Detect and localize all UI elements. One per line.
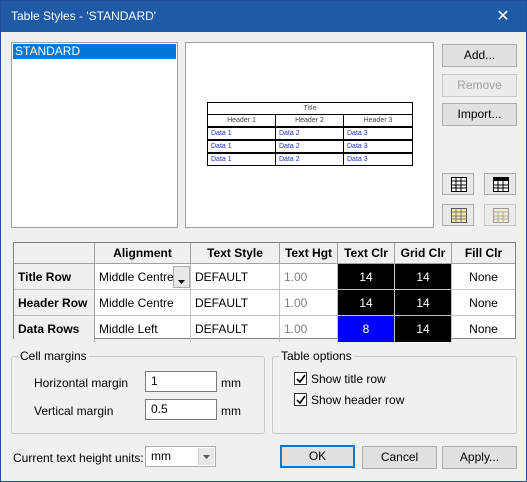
preview-cell: Data 1 [207, 127, 276, 140]
apply-button[interactable]: Apply... [442, 446, 517, 469]
alignment-value: Middle Centre [99, 270, 174, 284]
grid-header-text-style: Text Style [191, 243, 280, 264]
row-label-header-row: Header Row [14, 290, 95, 316]
grid-clr-swatch[interactable]: 14 [395, 290, 452, 316]
table-fill-button[interactable] [442, 204, 474, 226]
alignment-cell[interactable]: Middle Left [95, 316, 191, 342]
style-preview: Title Header 1 Header 2 Header 3 Data 1 … [185, 42, 434, 228]
show-title-row-checkbox[interactable] [294, 372, 307, 385]
alignment-dropdown-button[interactable] [173, 266, 190, 288]
grid-clr-swatch[interactable]: 14 [395, 264, 452, 290]
row-label-data-rows: Data Rows [14, 316, 95, 342]
add-button[interactable]: Add... [442, 44, 517, 67]
preview-cell: Data 1 [207, 140, 276, 153]
title-bar: Table Styles - 'STANDARD' ✕ [1, 1, 526, 32]
text-hgt-cell[interactable]: 1.00 [280, 316, 338, 342]
table-fill-header-icon [493, 208, 509, 223]
grid-header-text-clr: Text Clr [338, 243, 395, 264]
row-label-title-row: Title Row [14, 264, 95, 290]
table-fill-icon [451, 208, 467, 223]
table-fill-header-button[interactable] [484, 204, 516, 226]
remove-button[interactable]: Remove [442, 74, 517, 97]
preview-table: Title Header 1 Header 2 Header 3 Data 1 … [207, 102, 413, 172]
show-header-row-checkbox[interactable] [294, 393, 307, 406]
preview-header: Header 1 [207, 114, 276, 127]
preview-cell: Data 3 [343, 127, 413, 140]
text-hgt-cell[interactable]: 1.00 [280, 290, 338, 316]
table-header-icon [493, 177, 509, 192]
text-height-units-select[interactable]: mm [145, 446, 216, 467]
preview-cell: Data 2 [275, 140, 344, 153]
alignment-cell[interactable]: Middle Centre [95, 290, 191, 316]
fill-clr-cell[interactable]: None [452, 290, 515, 316]
table-styles-dialog: Table Styles - 'STANDARD' ✕ STANDARD Tit… [0, 0, 527, 482]
preview-gap [304, 166, 339, 169]
text-clr-swatch[interactable]: 8 [338, 316, 395, 342]
row-properties-grid: Alignment Text Style Text Hgt Text Clr G… [13, 242, 516, 342]
ok-button[interactable]: OK [280, 445, 355, 468]
cell-margins-label: Cell margins [18, 349, 89, 363]
preview-cell: Data 2 [275, 127, 344, 140]
text-height-units-label: Current text height units: [13, 451, 144, 465]
text-clr-swatch[interactable]: 14 [338, 290, 395, 316]
table-grid-icon [451, 177, 467, 192]
vertical-margin-label: Vertical margin [34, 404, 114, 418]
grid-header-text-hgt: Text Hgt [280, 243, 338, 264]
vertical-margin-unit: mm [221, 404, 241, 418]
horizontal-margin-input[interactable]: 1 [145, 371, 217, 392]
horizontal-margin-unit: mm [221, 376, 241, 390]
window-title: Table Styles - 'STANDARD' [11, 9, 157, 23]
grid-clr-swatch[interactable]: 14 [395, 316, 452, 342]
grid-header-fill-clr: Fill Clr [452, 243, 515, 264]
text-style-cell[interactable]: DEFAULT [191, 264, 280, 290]
text-style-cell[interactable]: DEFAULT [191, 290, 280, 316]
text-clr-swatch[interactable]: 14 [338, 264, 395, 290]
styles-list[interactable]: STANDARD [11, 42, 178, 228]
table-options-label: Table options [279, 349, 354, 363]
list-item-standard[interactable]: STANDARD [13, 44, 176, 59]
preview-cell: Data 1 [207, 153, 276, 166]
text-style-cell[interactable]: DEFAULT [191, 316, 280, 342]
horizontal-margin-label: Horizontal margin [34, 376, 129, 390]
show-header-row-label[interactable]: Show header row [311, 393, 404, 407]
chevron-down-icon [203, 455, 210, 459]
preview-header: Header 3 [343, 114, 413, 127]
cancel-button[interactable]: Cancel [362, 446, 437, 469]
preview-cell: Data 3 [343, 153, 413, 166]
table-layout-header-button[interactable] [484, 173, 516, 195]
checkmark-icon [296, 374, 306, 384]
preview-cell: Data 2 [275, 153, 344, 166]
units-dropdown-button[interactable] [198, 448, 214, 465]
import-button[interactable]: Import... [442, 103, 517, 126]
close-icon[interactable]: ✕ [480, 1, 526, 32]
chevron-down-icon [178, 280, 185, 284]
fill-clr-cell[interactable]: None [452, 264, 515, 290]
preview-header: Header 2 [275, 114, 344, 127]
fill-clr-cell[interactable]: None [452, 316, 515, 342]
grid-header-grid-clr: Grid Clr [395, 243, 452, 264]
preview-cell: Data 3 [343, 140, 413, 153]
text-hgt-cell[interactable]: 1.00 [280, 264, 338, 290]
show-title-row-label[interactable]: Show title row [311, 372, 386, 386]
grid-corner [14, 243, 95, 264]
table-layout-button[interactable] [442, 173, 474, 195]
cell-margins-group [11, 356, 265, 434]
text-height-units-value: mm [151, 449, 171, 463]
grid-header-alignment: Alignment [95, 243, 191, 264]
checkmark-icon [296, 395, 306, 405]
vertical-margin-input[interactable]: 0.5 [145, 399, 217, 420]
